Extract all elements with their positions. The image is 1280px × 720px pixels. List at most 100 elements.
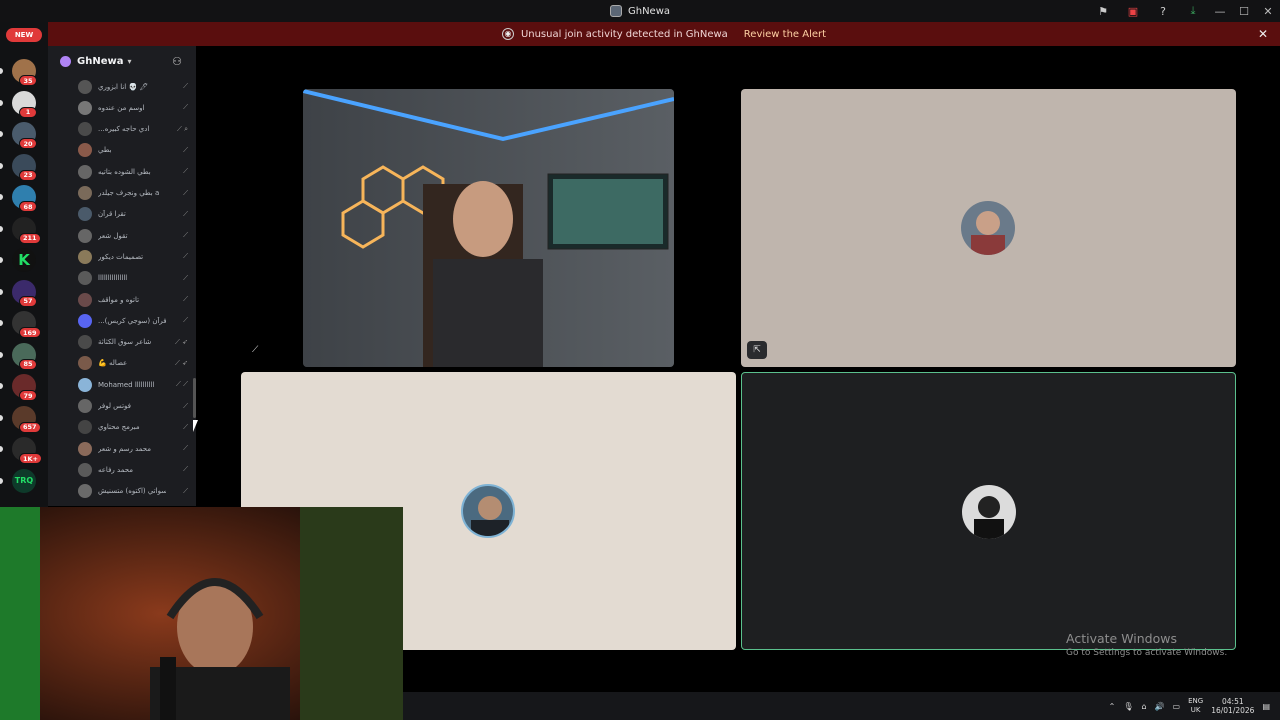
- mute-status-icon: ⟋: [183, 422, 188, 431]
- voice-member[interactable]: بطي الشوده بتاتيه ⟋: [78, 162, 188, 181]
- mute-status-icon: ⟋ ➶: [175, 358, 188, 367]
- server-logo-icon: [60, 55, 71, 67]
- network-icon[interactable]: ⌂: [1142, 702, 1147, 711]
- voice-member[interactable]: تاتوه و مواقف ⟋: [78, 290, 188, 309]
- video-tile-streamer[interactable]: [303, 89, 674, 367]
- voice-member[interactable]: ...(سوجي كريس) فرآن ⟋: [78, 311, 188, 330]
- voice-member[interactable]: فوتس لوفر ⟋: [78, 397, 188, 416]
- close-button[interactable]: ✕: [1256, 0, 1280, 22]
- voice-member[interactable]: ...ادي حاجه كبيره ⟋ ⌕: [78, 120, 188, 139]
- new-badge[interactable]: NEW: [6, 28, 42, 42]
- clock-date: 16/01/2026: [1211, 706, 1255, 715]
- server-icon[interactable]: K: [12, 248, 36, 272]
- unread-pill: [0, 288, 3, 295]
- participant-tile-2[interactable]: [741, 89, 1236, 367]
- alert-message: Unusual join activity detected in GhNewa: [520, 28, 728, 40]
- alert-banner: ◉ Unusual join activity detected in GhNe…: [48, 22, 1280, 46]
- mute-status-icon: ⟋: [183, 316, 188, 325]
- microphone-icon[interactable]: 🎙: [1123, 702, 1133, 711]
- channel-sidebar: GhNewa ▾ ⚇ انا ابزوري 💀 🖊 ⟋ اوسم من عندوه ⟋…: [48, 46, 196, 506]
- app-icon: [609, 5, 622, 17]
- voice-member[interactable]: تصميمات ديكور ⟋: [78, 247, 188, 266]
- chevron-up-icon[interactable]: ⌃: [1109, 702, 1116, 711]
- voice-member[interactable]: Mohamed اااااااااا ⟋ ⟋: [78, 375, 188, 394]
- watermark-line1: Activate Windows: [1066, 631, 1177, 646]
- voice-member[interactable]: تقول شعر ⟋: [78, 226, 188, 245]
- member-name: تاتوه و مواقف: [98, 295, 140, 304]
- member-name: تقول شعر: [98, 231, 128, 240]
- unread-pill: [0, 99, 3, 106]
- server-header[interactable]: GhNewa ▾ ⚇: [48, 46, 196, 76]
- voice-member[interactable]: ا‎‎ااااااااااا‎ا‎ا‎ا ⟋: [78, 269, 188, 288]
- download-icon[interactable]: ⤓: [1178, 0, 1208, 22]
- participant-avatar: [962, 485, 1016, 539]
- avatar: [78, 122, 92, 137]
- notifications-icon[interactable]: ▤: [1262, 702, 1270, 711]
- streamer-webcam-overlay: [0, 507, 403, 720]
- voice-member[interactable]: اوسم من عندوه ⟋: [78, 98, 188, 117]
- voice-member[interactable]: بطي ⟋: [78, 141, 188, 160]
- mute-status-icon: ⟋ ⟋: [175, 380, 188, 389]
- unread-pill: [0, 477, 3, 484]
- review-alert-link[interactable]: Review the Alert: [744, 29, 826, 40]
- voice-member[interactable]: شاعر سوق الكثاثة ⟋ ➶: [78, 333, 188, 352]
- member-name: ا‎‎ااااااااااا‎ا‎ا‎ا: [98, 274, 128, 283]
- minimize-button[interactable]: —: [1208, 0, 1232, 22]
- mention-badge: 57: [19, 295, 37, 307]
- member-name: اوسم من عندوه: [98, 103, 145, 112]
- webcam-feed: [0, 507, 403, 720]
- inbox-flag-icon[interactable]: ⚑: [1088, 0, 1118, 22]
- participant-avatar: [961, 201, 1015, 255]
- language-indicator[interactable]: ENG UK: [1188, 697, 1203, 715]
- sidebar-scrollbar[interactable]: [193, 378, 196, 418]
- invite-user-icon[interactable]: ⚇: [172, 55, 182, 68]
- participant-tile-4-speaking[interactable]: [741, 372, 1236, 650]
- mute-status-icon: ⟋: [183, 82, 188, 90]
- voice-member[interactable]: مبرمج محتاوي ⟋: [78, 418, 188, 437]
- member-name: تصميمات ديكور: [98, 252, 144, 261]
- server-icon[interactable]: TRQ: [12, 468, 36, 493]
- alert-close-icon[interactable]: ✕: [1258, 27, 1268, 41]
- maximize-button[interactable]: ☐: [1232, 0, 1256, 22]
- mute-status-icon: ⟋: [183, 465, 188, 474]
- voice-member[interactable]: انا ابزوري 💀 🖊 ⟋: [78, 77, 188, 96]
- pop-out-icon[interactable]: ⇱: [747, 341, 767, 359]
- unread-pill: [0, 320, 3, 326]
- member-name: محمد رسم و شعر: [98, 444, 152, 453]
- screen-share-icon[interactable]: ▣: [1118, 0, 1148, 22]
- mute-status-icon: ⟋: [183, 188, 188, 197]
- volume-icon[interactable]: 🔊: [1155, 702, 1165, 711]
- help-icon[interactable]: ?: [1148, 0, 1178, 22]
- clock[interactable]: 04:51 16/01/2026: [1211, 697, 1254, 715]
- member-name: محمد رفاعه: [98, 465, 134, 474]
- voice-member[interactable]: سواتي (اكتوه) متسنيش ⟋: [78, 482, 188, 501]
- language-code: ENG: [1188, 697, 1204, 705]
- mute-status-icon: ⟋: [183, 145, 188, 154]
- mention-badge: 68: [19, 201, 37, 212]
- unread-pill: [0, 257, 3, 263]
- voice-member[interactable]: 💪 عصاله ⟋ ➶: [78, 354, 188, 373]
- voice-member[interactable]: بطي ونجرف جيلدر a ⟋: [78, 184, 188, 203]
- language-region: UK: [1190, 706, 1201, 714]
- participant-avatar: [461, 484, 515, 538]
- video-feed: [303, 89, 674, 367]
- avatar: [78, 228, 92, 243]
- member-name: شاعر سوق الكثاثة: [98, 338, 152, 347]
- activate-windows-watermark: Activate Windows Go to Settings to activ…: [1066, 631, 1227, 658]
- mute-status-icon: ⟋: [183, 401, 188, 410]
- voice-member[interactable]: تقرا قرآن ⟋: [78, 205, 188, 224]
- watermark-line2: Go to Settings to activate Windows.: [1066, 648, 1228, 658]
- shield-icon: ◉: [501, 28, 514, 40]
- mute-icon: ⟋: [252, 345, 259, 355]
- battery-icon[interactable]: ▭: [1173, 702, 1181, 711]
- avatar: [78, 164, 92, 179]
- mention-badge: 79: [19, 390, 37, 401]
- member-name: انا ابزوري 💀 🖊: [98, 82, 149, 91]
- unread-pill: [0, 68, 3, 74]
- avatar: [78, 271, 92, 286]
- mention-badge: 211: [19, 232, 41, 244]
- voice-member[interactable]: محمد رسم و شعر ⟋: [78, 439, 188, 458]
- voice-member[interactable]: محمد رفاعه ⟋: [78, 460, 188, 479]
- member-name: 💪 عصاله: [98, 359, 128, 368]
- mute-status-icon: ⟋ ➶: [175, 337, 188, 346]
